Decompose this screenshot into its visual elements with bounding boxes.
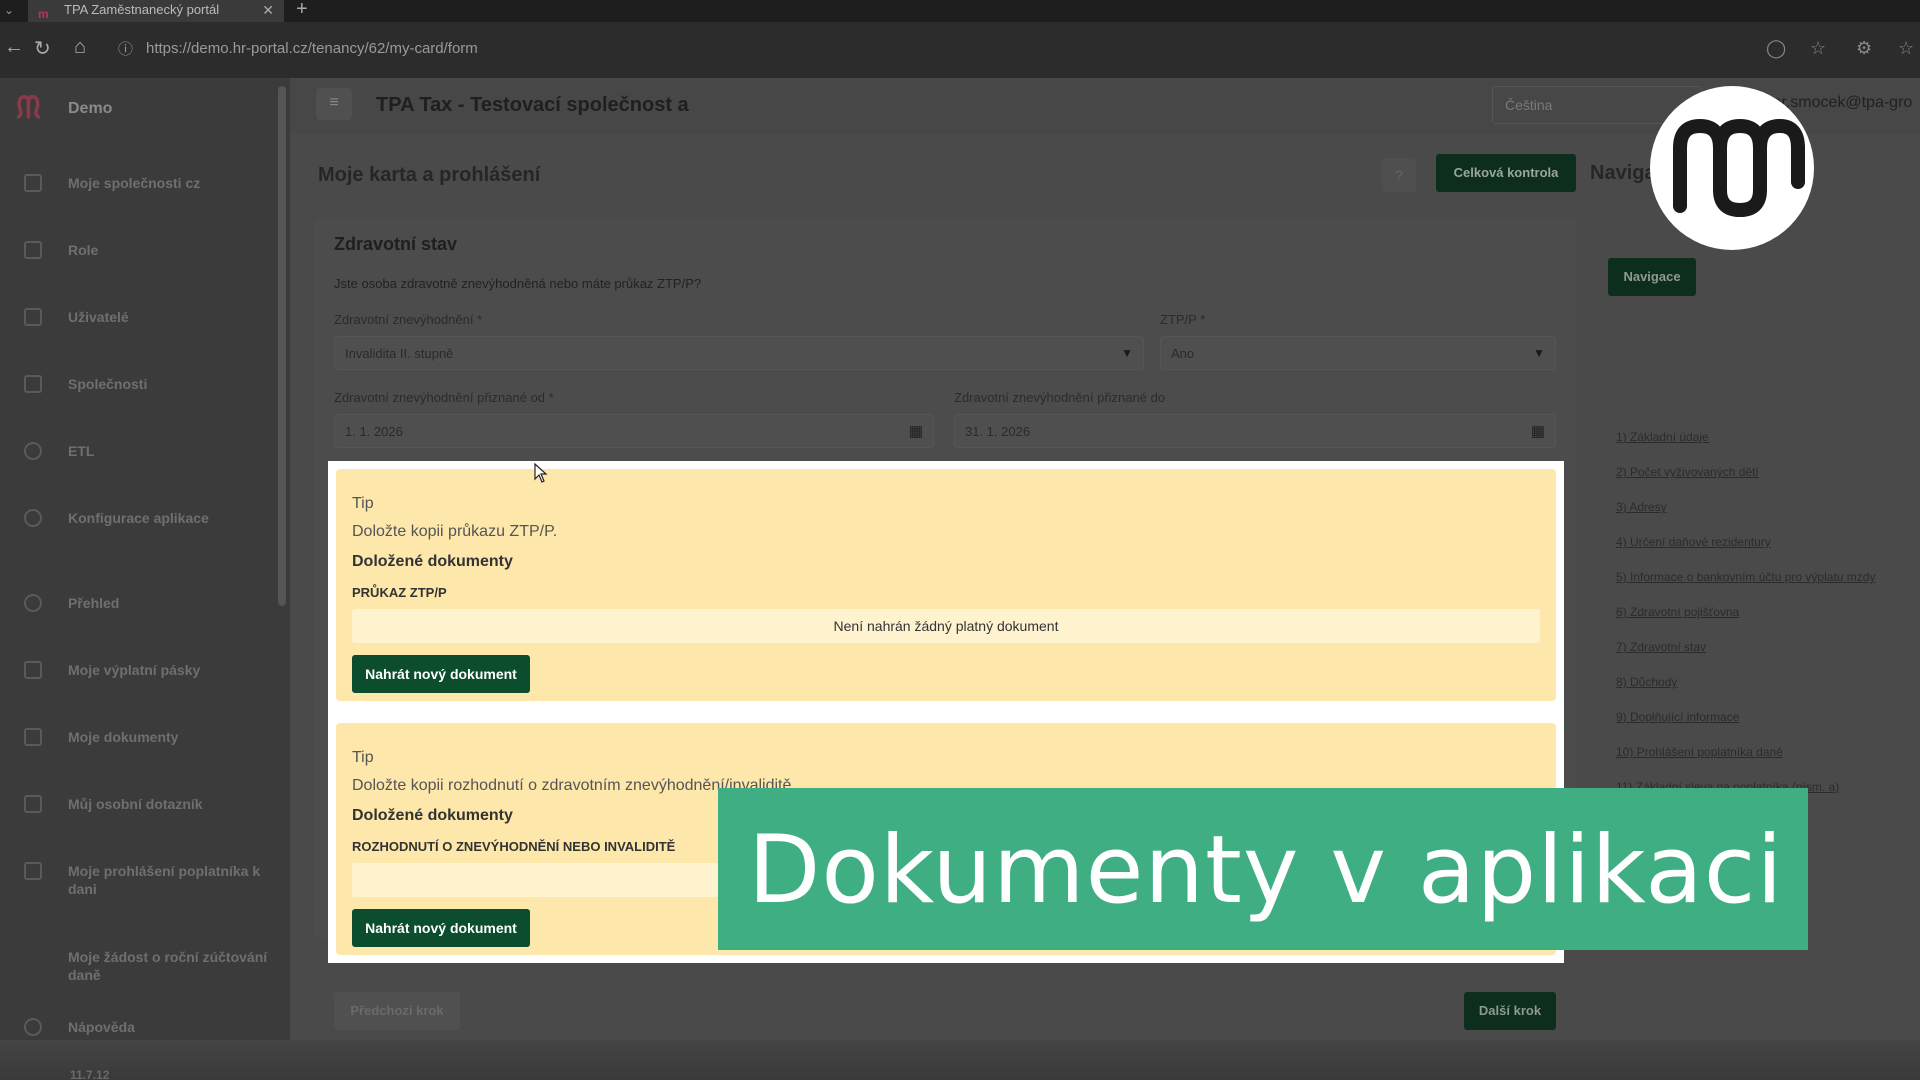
- nav-link-health-status[interactable]: 7) Zdravotní stav: [1616, 640, 1706, 654]
- title-banner: Dokumenty v aplikaci: [718, 788, 1808, 950]
- mouse-cursor-icon: [534, 463, 548, 483]
- tax-icon: [24, 862, 42, 880]
- tip-title: Tip: [352, 495, 374, 512]
- form-icon: [24, 795, 42, 813]
- tab-title: TPA Zaměstnanecký portál: [64, 2, 220, 17]
- help-button[interactable]: ?: [1382, 158, 1416, 192]
- favorites-icon[interactable]: ☆: [1898, 38, 1914, 59]
- browser-tab-bar: ⌄ m TPA Zaměstnanecký portál ✕ +: [0, 0, 1920, 22]
- valid-to-input[interactable]: 31. 1. 2026 ▦: [954, 414, 1556, 448]
- calendar-icon[interactable]: ▦: [909, 422, 923, 440]
- nav-link-children[interactable]: 2) Počet vyživovaných dětí: [1616, 465, 1759, 479]
- sidebar-item-users[interactable]: Uživatelé: [24, 300, 274, 340]
- previous-step-button[interactable]: Předchozí krok: [334, 992, 460, 1030]
- url-input[interactable]: https://demo.hr-portal.cz/tenancy/62/my-…: [146, 40, 478, 57]
- tab-list-chevron-icon[interactable]: ⌄: [4, 0, 14, 20]
- valid-from-input[interactable]: 1. 1. 2026 ▦: [334, 414, 934, 448]
- tab-favicon-icon: m: [38, 7, 49, 21]
- ztp-select[interactable]: Ano ▼: [1160, 336, 1556, 370]
- corner-logo-icon: [1650, 86, 1814, 250]
- building-icon: [24, 375, 42, 393]
- disability-select[interactable]: Invalidita II. stupně ▼: [334, 336, 1144, 370]
- disability-question: Jste osoba zdravotně znevýhodněná nebo m…: [334, 276, 702, 291]
- site-info-icon[interactable]: ⓘ: [118, 38, 133, 59]
- submitted-documents-title: Doložené dokumenty: [352, 807, 513, 824]
- document-type-label: PRŮKAZ ZTP/P: [352, 585, 447, 600]
- sidebar-item-tax-declaration[interactable]: Moje prohlášení poplatníka k dani: [24, 854, 274, 897]
- next-step-button[interactable]: Další krok: [1464, 992, 1556, 1030]
- disability-value: Invalidita II. stupně: [345, 346, 454, 361]
- nav-link-basic-info[interactable]: 1) Základní údaje: [1616, 430, 1709, 444]
- valid-to-value: 31. 1. 2026: [965, 424, 1031, 439]
- gear-icon: [24, 509, 42, 527]
- sidebar-item-documents[interactable]: Moje dokumenty: [24, 720, 274, 760]
- app-version: 11.7.12: [70, 1068, 110, 1080]
- nav-link-additional-info[interactable]: 9) Doplňující informace: [1616, 710, 1739, 724]
- banner-text: Dokumenty v aplikaci: [748, 816, 1784, 925]
- submitted-documents-title: Doložené dokumenty: [352, 553, 513, 570]
- brand-logo-icon: ᙏ: [16, 92, 41, 125]
- nav-link-tax-residency[interactable]: 4) Určení daňové rezidentury: [1616, 535, 1771, 549]
- calendar-icon[interactable]: ▦: [1531, 422, 1545, 440]
- sidebar-scrollbar[interactable]: [278, 86, 286, 606]
- ztp-value: Ano: [1171, 346, 1195, 361]
- document-type-label: ROZHODNUTÍ O ZNEVÝHODNĚNÍ NEBO INVALIDIT…: [352, 839, 676, 854]
- payslip-icon: [24, 661, 42, 679]
- upload-new-document-button[interactable]: Nahrát nový dokument: [352, 655, 530, 693]
- grid-icon: [24, 174, 42, 192]
- upload-new-document-button[interactable]: Nahrát nový dokument: [352, 909, 530, 947]
- bottom-edge: [0, 1040, 1920, 1080]
- sidebar-item-roles[interactable]: Role: [24, 233, 274, 273]
- section-title: Zdravotní stav: [334, 234, 458, 254]
- browser-address-bar: ← ↻ ⌂ ⓘ https://demo.hr-portal.cz/tenanc…: [0, 22, 1920, 78]
- valid-from-label: Zdravotní znevýhodnění přiznané od *: [334, 390, 554, 405]
- new-tab-button[interactable]: +: [296, 0, 308, 21]
- gear-icon: [24, 442, 42, 460]
- bookmark-star-icon[interactable]: ☆: [1810, 38, 1826, 59]
- nav-link-health-insurance[interactable]: 6) Zdravotní pojišťovna: [1616, 605, 1739, 619]
- help-icon: [24, 1018, 42, 1036]
- tip-title: Tip: [352, 749, 374, 766]
- overall-check-button[interactable]: Celková kontrola: [1436, 154, 1576, 192]
- sidebar-item-companies[interactable]: Společnosti: [24, 367, 274, 407]
- company-name: TPA Tax - Testovací společnost a: [376, 94, 689, 116]
- page-title: Moje karta a prohlášení: [318, 164, 541, 186]
- browser-tab[interactable]: m TPA Zaměstnanecký portál ✕: [28, 0, 284, 22]
- sidebar-item-overview[interactable]: Přehled: [24, 586, 274, 626]
- navigation-button[interactable]: Navigace: [1608, 258, 1696, 296]
- users-icon: [24, 308, 42, 326]
- nav-link-tax-declaration[interactable]: 10) Prohlášení poplatníka daně: [1616, 745, 1783, 759]
- disability-label: Zdravotní znevýhodnění *: [334, 312, 483, 327]
- sidebar-item-questionnaire[interactable]: Můj osobní dotazník: [24, 787, 274, 827]
- tab-close-icon[interactable]: ✕: [262, 0, 274, 20]
- ztp-label: ZTP/P *: [1160, 312, 1206, 327]
- caret-down-icon: ▼: [1533, 346, 1545, 360]
- no-document-message: Není nahrán žádný platný dokument: [352, 609, 1540, 643]
- nav-link-addresses[interactable]: 3) Adresy: [1616, 500, 1667, 514]
- brand-name: Demo: [68, 100, 113, 117]
- valid-to-label: Zdravotní znevýhodnění přiznané do: [954, 390, 1166, 405]
- home-icon[interactable]: ⌂: [74, 36, 86, 59]
- document-icon: [24, 728, 42, 746]
- sidebar-item-annual-settlement[interactable]: Moje žádost o roční zúčtování daně: [24, 940, 274, 983]
- sidebar-item-app-config[interactable]: Konfigurace aplikace: [24, 501, 274, 541]
- account-icon[interactable]: ◯: [1766, 38, 1786, 59]
- sidebar-item-my-companies[interactable]: Moje společnosti cz: [24, 166, 274, 206]
- dashboard-icon: [24, 594, 42, 612]
- valid-from-value: 1. 1. 2026: [345, 424, 403, 439]
- sidebar-item-etl[interactable]: ETL: [24, 434, 274, 474]
- nav-link-pensions[interactable]: 8) Důchody: [1616, 675, 1677, 689]
- pen-icon: [24, 948, 42, 966]
- back-icon[interactable]: ←: [4, 36, 24, 59]
- menu-toggle-button[interactable]: ≡: [316, 88, 352, 120]
- sidebar: ᙏ Demo Moje společnosti cz Role Uživatel…: [0, 78, 290, 1080]
- extensions-icon[interactable]: ⚙: [1856, 38, 1872, 59]
- sidebar-item-payslips[interactable]: Moje výplatní pásky: [24, 653, 274, 693]
- tip-box-ztp: Tip Doložte kopii průkazu ZTP/P. Doložen…: [336, 469, 1556, 701]
- tip-text: Doložte kopii průkazu ZTP/P.: [352, 523, 558, 540]
- nav-link-bank-account[interactable]: 5) Informace o bankovním účtu pro výplat…: [1616, 570, 1875, 584]
- user-role-icon: [24, 241, 42, 259]
- reload-icon[interactable]: ↻: [34, 36, 51, 61]
- caret-down-icon: ▼: [1121, 346, 1133, 360]
